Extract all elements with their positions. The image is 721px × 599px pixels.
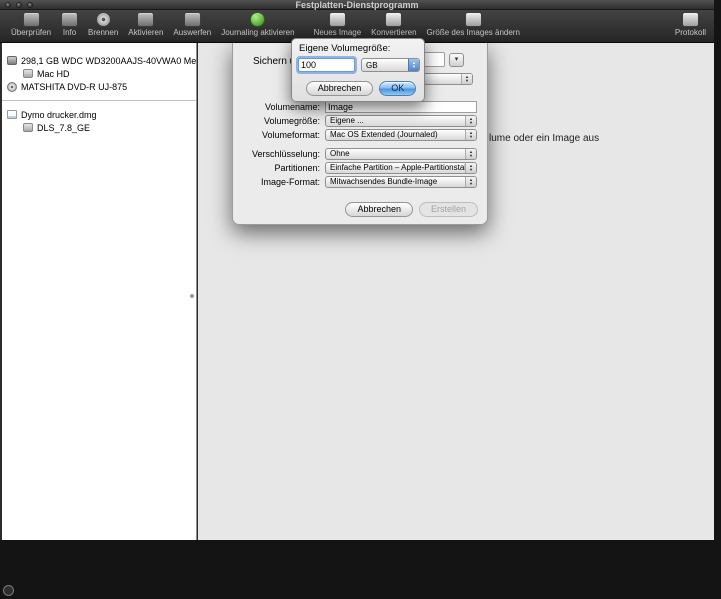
toolbar-resize-image-button[interactable]: Größe des Images ändern [427, 12, 520, 37]
convert-icon [385, 12, 402, 27]
titlebar: Festplatten-Dienstprogramm [0, 0, 714, 10]
disclosure-triangle-button[interactable]: ▾ [449, 53, 464, 67]
toolbar-verify-button[interactable]: Überprüfen [11, 12, 51, 37]
image-format-popup[interactable]: Mitwachsendes Bundle-Image ▴▾ [325, 176, 477, 188]
size-cancel-button[interactable]: Abbrechen [306, 81, 374, 96]
size-ok-button[interactable]: OK [379, 81, 416, 96]
device-sidebar: 298,1 GB WDC WD3200AAJS-40VWA0 Media Mac… [2, 43, 197, 540]
sidebar-item-mac-hd[interactable]: Mac HD [2, 67, 196, 80]
partitions-label: Partitionen: [241, 163, 325, 173]
popup-arrows-icon: ▴▾ [465, 149, 476, 159]
encryption-label: Verschlüsselung: [241, 149, 325, 159]
window-title: Festplatten-Dienstprogramm [0, 0, 714, 10]
toolbar-burn-button[interactable]: Brennen [88, 12, 118, 37]
size-unit-popup[interactable]: GB ▴▾ [361, 58, 420, 72]
close-button[interactable] [5, 2, 11, 8]
toolbar-new-image-button[interactable]: Neues Image [314, 12, 362, 37]
journaling-icon [250, 12, 265, 27]
toolbar-journaling-button[interactable]: Journaling aktivieren [221, 12, 294, 37]
volume-icon [23, 69, 33, 78]
toolbar-mount-button[interactable]: Aktivieren [128, 12, 163, 37]
popup-arrows-icon: ▴▾ [461, 74, 472, 84]
selection-hint-text: lume oder ein Image aus [489, 133, 599, 144]
volume-format-label: Volumeformat: [241, 130, 325, 140]
mount-icon [137, 12, 154, 27]
sheet-cancel-button[interactable]: Abbrechen [345, 202, 413, 217]
partitions-popup[interactable]: Einfache Partition – Apple-Partitionstab… [325, 162, 477, 174]
sidebar-divider [2, 100, 196, 101]
custom-size-input[interactable] [298, 58, 355, 72]
corner-circle-icon [3, 585, 14, 596]
size-dialog-title: Eigene Volumegröße: [299, 43, 390, 54]
image-options-form: Volumename: Volumegröße: Eigene ... ▴▾ V… [241, 100, 481, 189]
disk-image-icon [7, 110, 17, 119]
log-icon [682, 12, 699, 27]
disk-icon [7, 56, 17, 65]
toolbar-eject-button[interactable]: Auswerfen [173, 12, 211, 37]
new-image-icon [329, 12, 346, 27]
toolbar-info-button[interactable]: Info [61, 12, 78, 37]
toolbar-convert-button[interactable]: Konvertieren [371, 12, 416, 37]
volume-format-popup[interactable]: Mac OS Extended (Journaled) ▴▾ [325, 129, 477, 141]
burn-icon [96, 12, 111, 27]
sidebar-item-disk[interactable]: 298,1 GB WDC WD3200AAJS-40VWA0 Media [2, 54, 196, 67]
sidebar-item-optical-drive[interactable]: MATSHITA DVD-R UJ-875 [2, 80, 196, 93]
info-icon [61, 12, 78, 27]
sidebar-item-dls-volume[interactable]: DLS_7.8_GE [2, 121, 196, 134]
popup-arrows-icon: ▴▾ [465, 163, 476, 173]
optical-drive-icon [7, 82, 17, 92]
zoom-button[interactable] [27, 2, 33, 8]
verify-icon [23, 12, 40, 27]
resize-image-icon [465, 12, 482, 27]
popup-arrows-icon: ▴▾ [465, 130, 476, 140]
stepper-arrows-icon: ▴▾ [408, 59, 419, 71]
volume-name-label: Volumename: [241, 102, 325, 112]
eject-icon [184, 12, 201, 27]
image-format-label: Image-Format: [241, 177, 325, 187]
volume-size-label: Volumegröße: [241, 116, 325, 126]
volume-size-popup[interactable]: Eigene ... ▴▾ [325, 115, 477, 127]
sidebar-item-disk-image[interactable]: Dymo drucker.dmg [2, 108, 196, 121]
volume-name-input[interactable] [325, 101, 477, 113]
splitter-thumb-icon[interactable] [190, 294, 194, 298]
minimize-button[interactable] [16, 2, 22, 8]
popup-arrows-icon: ▴▾ [465, 116, 476, 126]
popup-arrows-icon: ▴▾ [465, 177, 476, 187]
custom-volume-size-dialog: Eigene Volumegröße: GB ▴▾ Abbrechen OK [291, 38, 425, 102]
toolbar-log-button[interactable]: Protokoll [675, 12, 706, 37]
encryption-popup[interactable]: Ohne ▴▾ [325, 148, 477, 160]
create-button[interactable]: Erstellen [419, 202, 478, 217]
volume-icon [23, 123, 33, 132]
